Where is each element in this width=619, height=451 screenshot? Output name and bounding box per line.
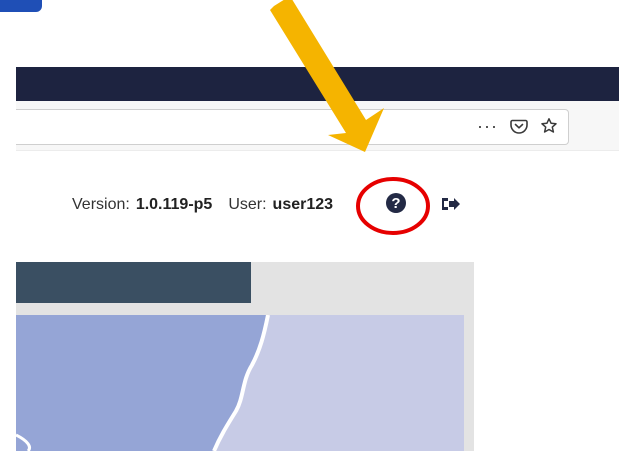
annotation-arrow: [270, 0, 384, 152]
annotation-layer: [270, 0, 430, 235]
annotation-highlight-circle: [356, 177, 430, 235]
